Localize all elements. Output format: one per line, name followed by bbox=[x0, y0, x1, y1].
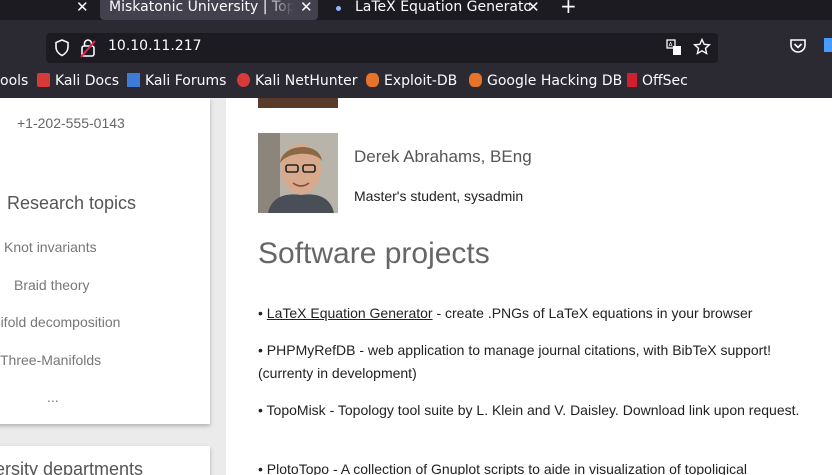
bullet: • bbox=[258, 461, 263, 475]
previous-person-photo bbox=[258, 98, 338, 108]
person-role: Master's student, sysadmin bbox=[354, 188, 524, 204]
bookmark-exploit-db[interactable]: Exploit-DB bbox=[366, 73, 457, 89]
bookmark-label: Kali NetHunter bbox=[255, 73, 358, 89]
project-item: • TopoMisk - Topology tool suite by L. K… bbox=[258, 399, 818, 422]
tab-latex-generator[interactable]: LaTeX Equation Generator ✕ bbox=[330, 0, 550, 20]
translate-icon[interactable]: A bbox=[666, 39, 682, 56]
project-name: PlotoTopo bbox=[266, 461, 330, 475]
latex-generator-link[interactable]: LaTeX Equation Generator bbox=[267, 305, 433, 321]
bookmarks-toolbar: ools Kali Docs Kali Forums Kali NetHunte… bbox=[0, 66, 832, 99]
person-name: Derek Abrahams, BEng bbox=[354, 147, 532, 166]
bullet: • bbox=[258, 402, 263, 418]
bookmark-label: Kali Docs bbox=[55, 73, 120, 89]
departments-heading: ersity departments bbox=[0, 459, 144, 475]
tab-title: Miskatonic University | Topology bbox=[109, 0, 294, 15]
main-content: Derek Abrahams, BEng Master's student, s… bbox=[226, 98, 832, 475]
tab-miskatonic[interactable]: Miskatonic University | Topology ✕ bbox=[100, 0, 318, 20]
project-item: • LaTeX Equation Generator - create .PNG… bbox=[258, 302, 818, 325]
bookmark-label: Google Hacking DB bbox=[487, 73, 623, 89]
project-name: TopoMisk bbox=[266, 402, 326, 418]
bookmark-label: ools bbox=[0, 73, 29, 89]
bookmark-label: Exploit-DB bbox=[384, 73, 458, 89]
person-photo bbox=[258, 133, 338, 213]
kali-docs-icon bbox=[37, 73, 50, 87]
ghdb-icon bbox=[469, 73, 482, 87]
close-tab-icon[interactable]: ✕ bbox=[76, 0, 89, 17]
sidebar-card: +1-202-555-0143 Research topics Knot inv… bbox=[0, 98, 210, 424]
software-projects-heading: Software projects bbox=[258, 237, 490, 270]
project-item: • PlotoTopo - A collection of Gnuplot sc… bbox=[258, 458, 818, 475]
navigation-bar: 10.10.11.217 A bbox=[0, 20, 832, 66]
new-tab-icon[interactable]: + bbox=[560, 0, 577, 16]
bookmark-label: OffSec bbox=[642, 73, 688, 89]
pocket-icon[interactable] bbox=[789, 38, 807, 54]
bookmark-label: Kali Forums bbox=[145, 73, 227, 89]
url-bar[interactable]: 10.10.11.217 A bbox=[46, 33, 718, 63]
topic-item[interactable]: Braid theory bbox=[14, 277, 89, 293]
bookmark-star-icon[interactable] bbox=[693, 38, 711, 56]
project-description: - A collection of Gnuplot scripts to aid… bbox=[329, 461, 747, 475]
kali-nethunter-icon bbox=[237, 73, 250, 87]
bullet: • bbox=[258, 342, 263, 358]
tab-bar: ✕ Miskatonic University | Topology ✕ LaT… bbox=[0, 0, 832, 20]
bookmark-offsec[interactable]: OffSec bbox=[627, 73, 688, 89]
bookmark-google-hacking-db[interactable]: Google Hacking DB bbox=[469, 73, 622, 89]
url-text[interactable]: 10.10.11.217 bbox=[108, 38, 202, 54]
phone-number: +1-202-555-0143 bbox=[17, 115, 125, 131]
research-topics-heading: Research topics bbox=[7, 193, 137, 213]
offsec-icon bbox=[627, 73, 637, 87]
shield-icon[interactable] bbox=[54, 39, 70, 57]
project-item: • PHPMyRefDB - web application to manage… bbox=[258, 339, 818, 385]
close-tab-icon[interactable]: ✕ bbox=[300, 0, 313, 17]
close-tab-icon[interactable]: ✕ bbox=[527, 0, 540, 17]
portrait-image bbox=[258, 133, 338, 213]
bookmark-kali-docs[interactable]: Kali Docs bbox=[37, 73, 119, 89]
extension-icon[interactable] bbox=[824, 38, 832, 52]
topic-item[interactable]: Knot invariants bbox=[4, 239, 97, 255]
tab-activity-dot-icon bbox=[336, 6, 341, 11]
topic-item[interactable]: anifold decomposition bbox=[0, 314, 120, 330]
topic-item[interactable]: Three-Manifolds bbox=[0, 352, 101, 368]
insecure-lock-icon[interactable] bbox=[80, 38, 96, 58]
exploit-db-icon bbox=[366, 73, 379, 87]
topic-more[interactable]: ... bbox=[47, 389, 59, 405]
kali-forums-icon bbox=[127, 73, 140, 87]
project-description: - Topology tool suite by L. Klein and V.… bbox=[325, 402, 800, 418]
tab-title: LaTeX Equation Generator bbox=[355, 0, 530, 15]
page-content: +1-202-555-0143 Research topics Knot inv… bbox=[0, 98, 832, 475]
bookmark-kali-forums[interactable]: Kali Forums bbox=[127, 73, 226, 89]
bullet: • bbox=[258, 305, 263, 321]
project-name: PHPMyRefDB bbox=[266, 342, 356, 358]
bookmark-kali-nethunter[interactable]: Kali NetHunter bbox=[237, 73, 357, 89]
bookmark-tools[interactable]: ools bbox=[0, 73, 28, 89]
departments-card: ersity departments bbox=[0, 446, 210, 475]
project-description: - create .PNGs of LaTeX equations in you… bbox=[432, 305, 753, 321]
